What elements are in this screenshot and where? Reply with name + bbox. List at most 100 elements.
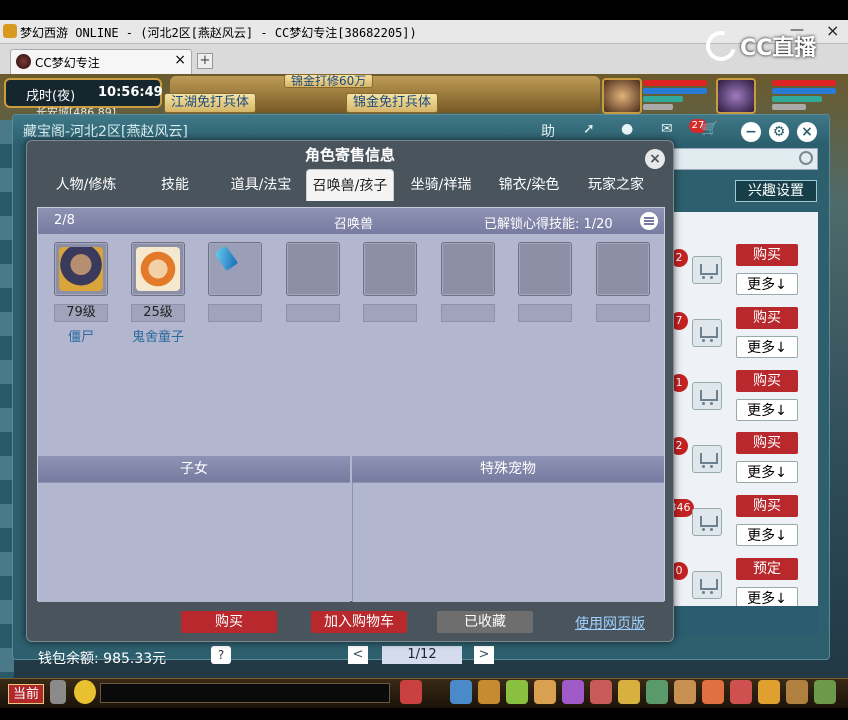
pet-portrait[interactable] [716, 78, 756, 114]
row-buy-button[interactable]: 购买 [736, 244, 798, 266]
close-panel-icon[interactable]: × [797, 122, 817, 142]
row-buy-button[interactable]: 购买 [736, 370, 798, 392]
tab-items[interactable]: 道具/法宝 [221, 169, 301, 201]
add-cart-icon[interactable] [692, 571, 722, 599]
row-more-button[interactable]: 更多↓ [736, 461, 798, 483]
row-more-button[interactable]: 更多↓ [736, 336, 798, 358]
add-cart-icon[interactable] [692, 382, 722, 410]
tab-close-icon[interactable]: × [174, 52, 186, 68]
toolbar-icon-10[interactable] [674, 680, 696, 704]
banner-jianghu[interactable]: 江湖免打兵体 [164, 93, 257, 113]
record-icon[interactable]: ● [621, 121, 633, 137]
browser-tab[interactable]: CC梦幻专注 × [10, 49, 192, 74]
current-channel-button[interactable]: 当前 [8, 684, 44, 704]
toolbar-icon-1[interactable] [400, 680, 422, 704]
top-black-bar [0, 0, 848, 20]
app-icon [3, 24, 17, 38]
next-page-button[interactable]: > [474, 646, 494, 664]
toolbar-icon-3[interactable] [478, 680, 500, 704]
browser-tab-label: CC梦幻专注 [35, 56, 100, 70]
pet-slot-empty[interactable] [363, 242, 417, 296]
summon-title: 召唤兽 [334, 217, 374, 232]
toolbar-icon-6[interactable] [562, 680, 584, 704]
toolbar-icon-5[interactable] [534, 680, 556, 704]
toolbar-icon-9[interactable] [646, 680, 668, 704]
row-more-button[interactable]: 更多↓ [736, 399, 798, 421]
chat-input[interactable] [100, 683, 390, 703]
pet-slot[interactable] [131, 242, 185, 296]
pet-slot[interactable] [208, 242, 262, 296]
toolbar-icon-15[interactable] [814, 680, 836, 704]
interest-settings-button[interactable]: 兴趣设置 [735, 180, 817, 202]
add-cart-icon[interactable] [692, 319, 722, 347]
web-version-link[interactable]: 使用网页版 [575, 613, 645, 633]
row-buy-button[interactable]: 购买 [736, 307, 798, 329]
toolbar-icon-14[interactable] [786, 680, 808, 704]
toolbar-icon-8[interactable] [618, 680, 640, 704]
wallet-balance: 钱包余额: 985.33元 [38, 651, 167, 667]
help-button[interactable]: ? [211, 646, 231, 664]
ghost-child-portrait [136, 247, 180, 291]
row-reserve-button[interactable]: 预定 [736, 558, 798, 580]
share-icon[interactable]: ➚ [583, 121, 595, 137]
search-input[interactable] [660, 148, 818, 170]
player-portrait[interactable] [602, 78, 642, 114]
mic-icon[interactable] [50, 680, 66, 704]
tab-mounts[interactable]: 坐骑/祥瑞 [399, 169, 483, 201]
tab-player-home[interactable]: 玩家之家 [579, 169, 653, 201]
cc-live-logo: CC直播 [700, 25, 840, 67]
pet-name: 鬼舍童子 [131, 330, 184, 345]
pet-slot-empty[interactable] [596, 242, 650, 296]
tab-skills[interactable]: 技能 [145, 169, 205, 201]
row-buy-button[interactable]: 购买 [736, 432, 798, 454]
toolbar-icon-7[interactable] [590, 680, 612, 704]
special-pets-header: 特殊宠物 [352, 456, 664, 482]
toolbar-icon-2[interactable] [450, 680, 472, 704]
toolbar-icon-13[interactable] [758, 680, 780, 704]
settings-icon[interactable]: ⚙ [769, 122, 789, 142]
emoji-icon[interactable] [74, 680, 96, 704]
tab-outfits[interactable]: 锦衣/染色 [489, 169, 569, 201]
add-cart-icon[interactable] [692, 508, 722, 536]
favorited-button[interactable]: 已收藏 [437, 611, 533, 633]
prev-page-button[interactable]: < [348, 646, 368, 664]
screen: 梦幻西游 ONLINE - (河北2区[燕赵风云] - CC梦幻专注[38682… [0, 0, 848, 720]
clock-time: 10:56:49 [98, 85, 163, 100]
pet-level-empty [596, 304, 650, 322]
message-icon[interactable]: ✉ [661, 121, 673, 137]
pet-slot-empty[interactable] [518, 242, 572, 296]
tab-summons[interactable]: 召唤兽/孩子 [306, 169, 394, 201]
dialog-tabs: 人物/修炼 技能 道具/法宝 召唤兽/孩子 坐骑/祥瑞 锦衣/染色 玩家之家 [27, 169, 673, 201]
pet-name: 僵尸 [67, 330, 94, 345]
player-status-bars [643, 80, 711, 114]
pet-slot-empty[interactable] [441, 242, 495, 296]
row-buy-button[interactable]: 购买 [736, 495, 798, 517]
banner-jinjin-top[interactable]: 锦金打修60万 [284, 74, 374, 88]
help-icon[interactable]: 助 [541, 121, 555, 141]
add-cart-icon[interactable] [692, 256, 722, 284]
dialog-title: 角色寄售信息 [304, 146, 395, 164]
cart-icon[interactable]: 🛒 [701, 121, 718, 137]
search-icon[interactable] [799, 151, 813, 165]
bottom-black-bar [0, 708, 848, 720]
add-to-cart-button[interactable]: 加入购物车 [311, 611, 407, 633]
minimize-panel-icon[interactable]: − [741, 122, 761, 142]
row-more-button[interactable]: 更多↓ [736, 524, 798, 546]
row-more-button[interactable]: 更多↓ [736, 273, 798, 295]
role-consignment-dialog: 角色寄售信息 × 人物/修炼 技能 道具/法宝 召唤兽/孩子 坐骑/祥瑞 锦衣/… [26, 140, 674, 642]
banner-jinjin[interactable]: 锦金免打兵体 [346, 93, 439, 113]
add-cart-icon[interactable] [692, 445, 722, 473]
treasure-pavilion-title: 藏宝阁-河北2区[燕赵风云] [23, 124, 188, 140]
summon-content: 2/8 召唤兽 已解锁心得技能: 1/20 79级 25级 僵尸 鬼舍童子 子女… [37, 207, 665, 602]
new-tab-button[interactable]: + [197, 53, 213, 69]
tab-character[interactable]: 人物/修炼 [45, 169, 127, 201]
pet-slot-empty[interactable] [286, 242, 340, 296]
buy-button[interactable]: 购买 [181, 611, 277, 633]
toolbar-icon-4[interactable] [506, 680, 528, 704]
close-icon[interactable]: × [645, 149, 665, 169]
toolbar-icon-12[interactable] [730, 680, 752, 704]
toolbar-icon-11[interactable] [702, 680, 724, 704]
menu-icon[interactable] [640, 212, 658, 230]
pet-level-empty [518, 304, 572, 322]
pet-slot[interactable] [54, 242, 108, 296]
